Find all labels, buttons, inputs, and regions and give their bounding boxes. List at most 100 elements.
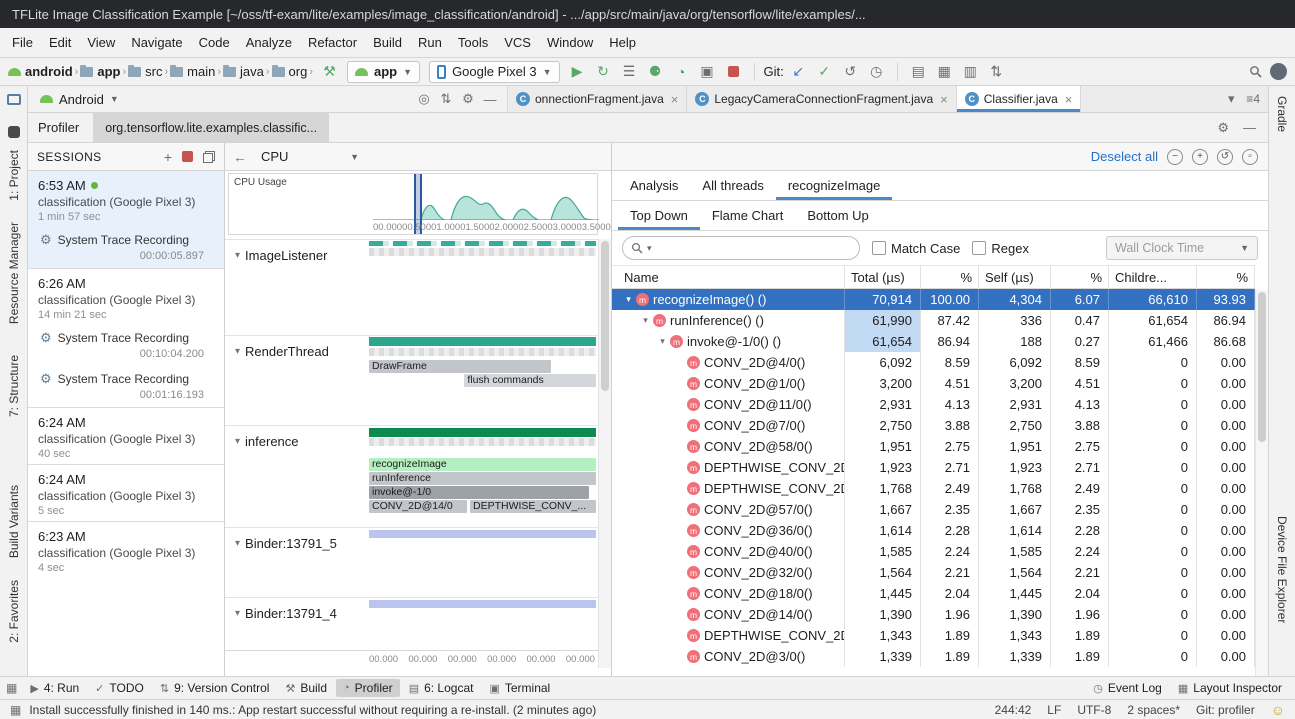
session-group[interactable]: 6:23 AMclassification (Google Pixel 3)4 … — [28, 521, 224, 578]
column-header-childre[interactable]: Childre... — [1109, 266, 1197, 288]
caret-position-widget[interactable]: 244:42 — [995, 703, 1032, 717]
editor-tab-legacycameraconnectionfragment-java[interactable]: LegacyCameraConnectionFragment.java× — [687, 86, 956, 112]
tree-expander-icon[interactable]: ▾ — [639, 315, 652, 326]
toolwindow-button-6-logcat[interactable]: ▤6: Logcat — [402, 679, 481, 697]
thread-label[interactable]: ▾ImageListener — [235, 248, 327, 263]
apply-code-changes-button[interactable]: ☰ — [618, 61, 641, 83]
table-row[interactable]: DEPTHWISE_CONV_2D1,7682.491,7682.4900.00 — [612, 478, 1255, 499]
menu-help[interactable]: Help — [601, 32, 644, 53]
feedback-smiley-icon[interactable]: ☺ — [1271, 702, 1285, 718]
subtab-top-down[interactable]: Top Down — [618, 201, 700, 230]
close-tab-icon[interactable]: × — [671, 92, 679, 107]
zoom-to-selection-button[interactable]: ▫ — [1242, 149, 1258, 165]
menu-view[interactable]: View — [79, 32, 123, 53]
collapse-thread-icon[interactable]: ▾ — [235, 538, 240, 549]
sdk-manager-icon[interactable]: ▦ — [933, 61, 956, 83]
session-item[interactable]: 6:24 AMclassification (Google Pixel 3)40… — [28, 408, 224, 464]
menu-navigate[interactable]: Navigate — [123, 32, 190, 53]
option-match-case[interactable]: Match Case — [872, 241, 960, 256]
table-row[interactable]: CONV_2D@14/0()1,3901.961,3901.9600.00 — [612, 604, 1255, 625]
toolwindow-button-build[interactable]: ⚒Build — [278, 679, 334, 697]
add-session-button[interactable]: + — [164, 149, 172, 165]
gear-icon[interactable]: ⚙ — [457, 91, 479, 107]
status-message[interactable]: Install successfully finished in 140 ms.… — [29, 703, 596, 717]
table-row[interactable]: CONV_2D@40/0()1,5852.241,5852.2400.00 — [612, 541, 1255, 562]
close-tab-icon[interactable]: × — [940, 92, 948, 107]
thread-label[interactable]: ▾Binder:13791_5 — [235, 536, 337, 551]
subtab-bottom-up[interactable]: Bottom Up — [795, 201, 880, 230]
status-grid-icon[interactable]: ▦ — [10, 703, 21, 717]
toolwindow-button-todo[interactable]: ✓TODO — [88, 679, 151, 697]
hidden-tabs-button[interactable]: ≡4 — [1246, 92, 1260, 106]
session-item[interactable]: 6:26 AMclassification (Google Pixel 3)14… — [28, 269, 224, 325]
trace-span[interactable]: CONV_2D@14/0 — [369, 500, 467, 513]
table-row[interactable]: DEPTHWISE_CONV_2D1,9232.711,9232.7100.00 — [612, 457, 1255, 478]
breadcrumb-android[interactable]: android — [8, 64, 73, 79]
encoding-widget[interactable]: UTF-8 — [1077, 703, 1111, 717]
menu-refactor[interactable]: Refactor — [300, 32, 365, 53]
session-group[interactable]: 6:24 AMclassification (Google Pixel 3)5 … — [28, 464, 224, 521]
metric-select[interactable]: CPU ▼ — [257, 149, 363, 164]
back-arrow-icon[interactable]: ← — [233, 149, 247, 165]
toolwindow-button-profiler[interactable]: ◔Profiler — [336, 679, 400, 697]
cpu-usage-chart[interactable]: CPU Usage 00.00000.50001.00001.50002.000… — [228, 173, 598, 235]
menu-build[interactable]: Build — [365, 32, 410, 53]
device-select[interactable]: Google Pixel 3 ▼ — [429, 61, 559, 83]
table-row[interactable]: CONV_2D@11/0()2,9314.132,9314.1300.00 — [612, 394, 1255, 415]
column-header-name[interactable]: Name — [612, 266, 845, 288]
avd-manager-icon[interactable]: ▥ — [959, 61, 982, 83]
table-row[interactable]: CONV_2D@18/0()1,4452.041,4452.0400.00 — [612, 583, 1255, 604]
tool-stripe-build-variants[interactable]: Build Variants — [7, 485, 21, 558]
collapse-thread-icon[interactable]: ▾ — [235, 250, 240, 261]
breadcrumb-main[interactable]: main — [170, 64, 215, 79]
session-item[interactable]: 6:24 AMclassification (Google Pixel 3)5 … — [28, 465, 224, 521]
toolwindow-button-layout-inspector[interactable]: ▦Layout Inspector — [1171, 679, 1289, 697]
run-button[interactable]: ▶ — [566, 61, 589, 83]
menu-vcs[interactable]: VCS — [496, 32, 539, 53]
hide-panel-icon[interactable]: — — [479, 92, 501, 107]
tool-stripe-icon[interactable] — [8, 126, 20, 138]
profile-button[interactable]: ◔ — [670, 61, 693, 83]
trace-span[interactable]: runInference — [369, 472, 596, 485]
table-row[interactable]: CONV_2D@7/0()2,7503.882,7503.8800.00 — [612, 415, 1255, 436]
checkbox[interactable] — [972, 241, 986, 255]
toolwindow-button-9-version-control[interactable]: ⇅9: Version Control — [153, 679, 277, 697]
thread-label[interactable]: ▾inference — [235, 434, 299, 449]
session-recording-item[interactable]: ⚙System Trace Recording00:01:16.193 — [28, 366, 224, 407]
build-hammer-icon[interactable]: ⚒ — [318, 61, 341, 83]
run-configuration-select[interactable]: app ▼ — [347, 61, 420, 83]
menu-code[interactable]: Code — [191, 32, 238, 53]
emulator-icon[interactable] — [7, 94, 21, 105]
deselect-all-link[interactable]: Deselect all — [1091, 149, 1158, 164]
profile-avatar[interactable] — [1270, 63, 1287, 80]
collapse-thread-icon[interactable]: ▾ — [235, 436, 240, 447]
git-update-button[interactable]: ↙ — [787, 61, 810, 83]
breadcrumb-app[interactable]: app — [80, 64, 120, 79]
trace-span[interactable]: recognizeImage — [369, 458, 596, 471]
close-tab-icon[interactable]: × — [1065, 92, 1073, 107]
search-everywhere-icon[interactable] — [1244, 61, 1267, 83]
stop-recording-button[interactable] — [182, 151, 193, 162]
checkbox[interactable] — [872, 241, 886, 255]
table-row[interactable]: ▾invoke@-1/0() ()61,65486.941880.2761,46… — [612, 331, 1255, 352]
tool-stripe-1-project[interactable]: 1: Project — [7, 150, 21, 201]
tool-stripe-7-structure[interactable]: 7: Structure — [7, 355, 21, 417]
session-recording-item[interactable]: ⚙System Trace Recording00:10:04.200 — [28, 325, 224, 366]
menu-file[interactable]: File — [4, 32, 41, 53]
table-scrollbar[interactable] — [1255, 290, 1268, 676]
menu-tools[interactable]: Tools — [450, 32, 496, 53]
trace-span[interactable]: DrawFrame — [369, 360, 551, 373]
session-item[interactable]: 6:23 AMclassification (Google Pixel 3)4 … — [28, 522, 224, 578]
search-input[interactable] — [656, 241, 851, 255]
table-row[interactable]: CONV_2D@1/0()3,2004.513,2004.5100.00 — [612, 373, 1255, 394]
menu-run[interactable]: Run — [410, 32, 450, 53]
menu-edit[interactable]: Edit — [41, 32, 79, 53]
session-group[interactable]: 6:24 AMclassification (Google Pixel 3)40… — [28, 407, 224, 464]
gear-icon[interactable]: ⚙ — [1217, 120, 1229, 136]
line-separator-widget[interactable]: LF — [1047, 703, 1061, 717]
profiler-session-tab[interactable]: org.tensorflow.lite.examples.classific..… — [93, 113, 329, 142]
toolwindow-button-terminal[interactable]: ▣Terminal — [482, 679, 557, 697]
session-recording-item[interactable]: ⚙System Trace Recording00:00:05.897 — [28, 227, 224, 268]
trace-span[interactable]: invoke@-1/0 — [369, 486, 589, 499]
collapse-thread-icon[interactable]: ▾ — [235, 608, 240, 619]
